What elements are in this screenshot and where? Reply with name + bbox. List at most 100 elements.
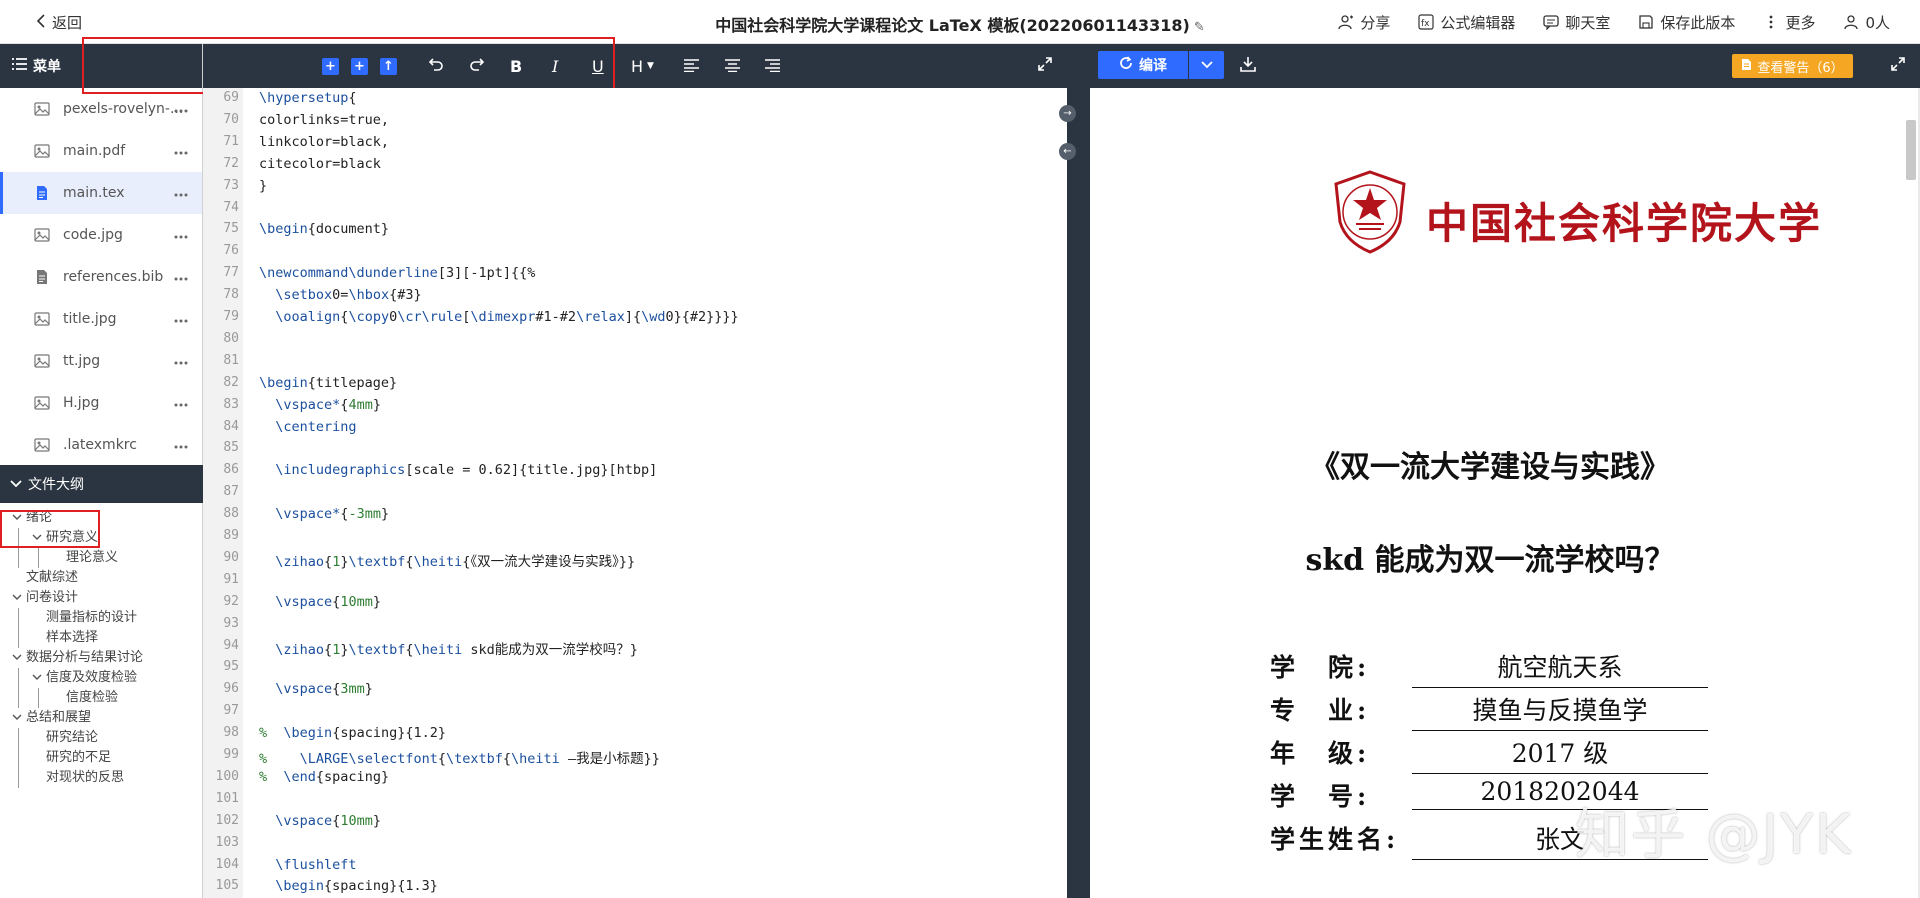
- code-line[interactable]: \vspace{10mm}: [259, 594, 381, 610]
- code-line[interactable]: colorlinks=true,: [259, 112, 389, 128]
- chevron-down-icon[interactable]: [12, 649, 26, 669]
- file-more-button[interactable]: [174, 182, 188, 201]
- code-line[interactable]: \begin{titlepage}: [259, 375, 397, 391]
- file-item[interactable]: references.bib: [0, 256, 202, 298]
- compile-button[interactable]: 编译: [1098, 51, 1188, 79]
- preview-scrollbar[interactable]: [1906, 120, 1916, 180]
- file-item[interactable]: H.jpg: [0, 382, 202, 424]
- view-warnings-button[interactable]: 查看警告（6）: [1732, 54, 1853, 78]
- chevron-down-icon[interactable]: [12, 509, 26, 529]
- file-more-button[interactable]: [174, 140, 188, 159]
- code-line[interactable]: \vspace{10mm}: [259, 813, 381, 829]
- bold-button[interactable]: B: [510, 56, 522, 76]
- preview-fullscreen-button[interactable]: [1890, 56, 1906, 76]
- outline-item[interactable]: 研究的不足: [0, 748, 203, 768]
- file-more-button[interactable]: [174, 434, 188, 453]
- upload-button[interactable]: ↑: [380, 56, 397, 76]
- code-line[interactable]: % \end{spacing}: [259, 769, 389, 785]
- italic-button[interactable]: I: [552, 56, 558, 76]
- compile-options-dropdown[interactable]: [1189, 51, 1224, 79]
- code-line[interactable]: \flushleft: [259, 857, 356, 873]
- outline-item[interactable]: 问卷设计: [0, 588, 203, 608]
- file-item[interactable]: pexels-rovelyn-...: [0, 88, 202, 130]
- outline-item[interactable]: 信度及效度检验: [0, 668, 203, 688]
- new-file-button[interactable]: +: [322, 56, 339, 76]
- code-line[interactable]: % \begin{spacing}{1.2}: [259, 725, 446, 741]
- file-item[interactable]: main.tex: [0, 172, 202, 214]
- chevron-down-icon[interactable]: [32, 529, 46, 549]
- code-line[interactable]: \setbox0=\hbox{#3}: [259, 287, 421, 303]
- outline-item[interactable]: 总结和展望: [0, 708, 203, 728]
- sync-to-code-button[interactable]: ←: [1059, 143, 1076, 160]
- outline-header[interactable]: 文件大纲: [0, 465, 203, 503]
- code-line[interactable]: \zihao{1}\textbf{\heiti{《双一流大学建设与实践》}}: [259, 550, 635, 570]
- document-title[interactable]: 中国社会科学院大学课程论文 LaTeX 模板(20220601143318): [715, 16, 1190, 35]
- outline-item[interactable]: 对现状的反思: [0, 768, 203, 788]
- chevron-down-icon[interactable]: [32, 669, 46, 689]
- file-more-button[interactable]: [174, 266, 188, 285]
- code-line[interactable]: \zihao{1}\textbf{\heiti skd能成为双一流学校吗？}: [259, 638, 638, 658]
- back-button[interactable]: 返回: [36, 12, 82, 33]
- code-line[interactable]: \begin{spacing}{1.3}: [259, 878, 438, 894]
- formula-editor-button[interactable]: fx 公式编辑器: [1418, 12, 1515, 33]
- outline-item[interactable]: 测量指标的设计: [0, 608, 203, 628]
- outline-item[interactable]: 数据分析与结果讨论: [0, 648, 203, 668]
- chevron-down-icon[interactable]: [12, 589, 26, 609]
- file-more-button[interactable]: [174, 350, 188, 369]
- code-line[interactable]: citecolor=black: [259, 156, 381, 172]
- outline-item[interactable]: 研究结论: [0, 728, 203, 748]
- file-item[interactable]: code.jpg: [0, 214, 202, 256]
- outline-item-label: 研究结论: [46, 730, 99, 745]
- code-line[interactable]: \includegraphics[scale = 0.62]{title.jpg…: [259, 462, 657, 478]
- outline-item[interactable]: 文献综述: [0, 568, 203, 588]
- code-line[interactable]: \vspace*{-3mm}: [259, 506, 389, 522]
- code-line[interactable]: \vspace{3mm}: [259, 681, 373, 697]
- code-line[interactable]: \newcommand\dunderline[3][-1pt]{{%: [259, 265, 535, 281]
- file-more-button[interactable]: [174, 98, 188, 117]
- chat-room-button[interactable]: 聊天室: [1543, 12, 1610, 33]
- code-line[interactable]: }: [259, 178, 267, 194]
- sync-to-pdf-button[interactable]: →: [1059, 105, 1076, 122]
- save-version-button[interactable]: 保存此版本: [1638, 12, 1735, 33]
- file-list: pexels-rovelyn-... main.pdf main.tex code.j…: [0, 88, 202, 466]
- code-line[interactable]: linkcolor=black,: [259, 134, 389, 150]
- undo-button[interactable]: [428, 56, 444, 76]
- file-item[interactable]: main.pdf: [0, 130, 202, 172]
- new-folder-button[interactable]: +: [351, 56, 368, 76]
- line-number: 104: [215, 856, 239, 872]
- outline-item[interactable]: 理论意义: [0, 548, 203, 568]
- menu-button[interactable]: 菜单: [0, 44, 202, 88]
- redo-button[interactable]: [469, 56, 485, 76]
- heading-dropdown[interactable]: H ▼: [631, 56, 654, 76]
- download-pdf-button[interactable]: [1240, 56, 1256, 76]
- pane-divider[interactable]: [1067, 44, 1090, 898]
- share-button[interactable]: 分享: [1338, 12, 1390, 33]
- code-line[interactable]: \hypersetup{: [259, 90, 357, 106]
- outline-item[interactable]: 研究意义: [0, 528, 203, 548]
- edit-pencil-icon[interactable]: ✎: [1194, 20, 1205, 35]
- align-center-button[interactable]: [725, 56, 740, 76]
- file-more-button[interactable]: [174, 224, 188, 243]
- file-more-button[interactable]: [174, 308, 188, 327]
- outline-item[interactable]: 信度检验: [0, 688, 203, 708]
- file-item[interactable]: tt.jpg: [0, 340, 202, 382]
- file-more-button[interactable]: [174, 392, 188, 411]
- align-right-button[interactable]: [765, 56, 780, 76]
- code-line[interactable]: \begin{document}: [259, 221, 389, 237]
- outline-item[interactable]: 样本选择: [0, 628, 203, 648]
- more-button[interactable]: 更多: [1763, 12, 1815, 33]
- code-line[interactable]: % \LARGE\selectfont{\textbf{\heiti —我是小标…: [259, 747, 660, 767]
- chevron-down-icon[interactable]: [12, 709, 26, 729]
- editor-fullscreen-button[interactable]: [1037, 56, 1053, 76]
- underline-button[interactable]: U: [592, 56, 604, 76]
- chevron-down-icon: [1200, 58, 1213, 72]
- code-line[interactable]: \vspace*{4mm}: [259, 397, 381, 413]
- code-line[interactable]: \centering: [259, 419, 356, 435]
- outline-item[interactable]: 绪论: [0, 508, 203, 528]
- file-item[interactable]: .latexmkrc: [0, 424, 202, 466]
- code-line[interactable]: \ooalign{\copy0\cr\rule[\dimexpr#1-#2\re…: [259, 309, 738, 325]
- align-left-button[interactable]: [684, 56, 699, 76]
- file-item[interactable]: title.jpg: [0, 298, 202, 340]
- code-editor[interactable]: 69 70 71 72 73 74 75 76 77 78 79 80 81 82 83 84 85 86 87 88…: [203, 88, 1067, 898]
- online-users-button[interactable]: 0人: [1843, 12, 1890, 33]
